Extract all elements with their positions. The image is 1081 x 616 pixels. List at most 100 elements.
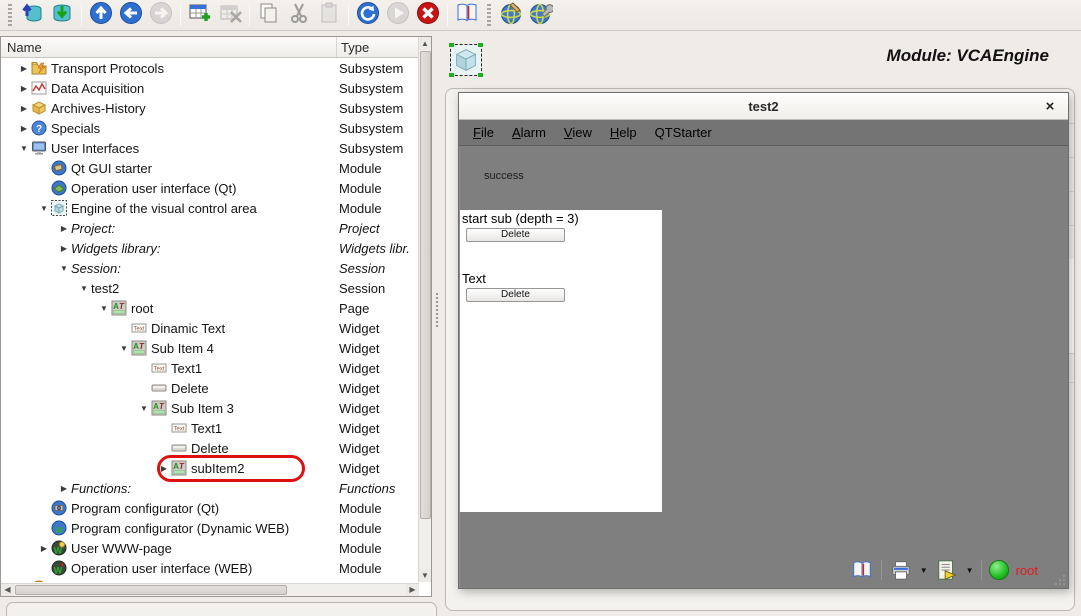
tree-row-label[interactable]: Session: — [71, 261, 121, 276]
tree-row-label[interactable]: Operation user interface (WEB) — [71, 561, 252, 576]
export-icon[interactable] — [935, 558, 959, 582]
tree-row-functions[interactable]: ▶Functions:Functions — [1, 478, 431, 498]
menu-file[interactable]: File — [464, 122, 503, 143]
menu-alarm[interactable]: Alarm — [503, 122, 555, 143]
tree-row-label[interactable]: Functions: — [71, 481, 131, 496]
delete-button-1[interactable]: Delete — [466, 228, 565, 242]
menu-qtstarter[interactable]: QTStarter — [646, 122, 721, 143]
tree-horizontal-scrollbar[interactable]: ◀ ▶ — [1, 583, 419, 596]
vca-runtime-button[interactable] — [496, 2, 526, 29]
tree-row-sub-item-3[interactable]: ▼ATSub Item 3Widget — [1, 398, 431, 418]
current-user-label[interactable]: root — [1016, 563, 1038, 578]
tree-row-label[interactable]: Project: — [71, 221, 115, 236]
collapse-arrow-icon[interactable]: ▼ — [37, 204, 51, 213]
tree-row-label[interactable]: Text1 — [171, 361, 202, 376]
collapse-arrow-icon[interactable]: ▼ — [137, 404, 151, 413]
expand-arrow-icon[interactable]: ▶ — [17, 84, 31, 93]
menu-help[interactable]: Help — [601, 122, 646, 143]
tree-row-operation-user-interface-qt[interactable]: Operation user interface (Qt)Module — [1, 178, 431, 198]
tree-row-label[interactable]: Widgets library: — [71, 241, 160, 256]
tree-row-specials[interactable]: ▶?SpecialsSubsystem — [1, 118, 431, 138]
expand-arrow-icon[interactable]: ▶ — [57, 224, 71, 233]
export-dropdown-icon[interactable]: ▼ — [966, 566, 974, 575]
collapse-arrow-icon[interactable]: ▼ — [77, 284, 91, 293]
vca-development-button[interactable] — [526, 2, 556, 29]
scroll-up-arrow-icon[interactable]: ▲ — [419, 37, 431, 50]
expand-arrow-icon[interactable]: ▶ — [17, 124, 31, 133]
delete-button-2[interactable]: Delete — [466, 288, 565, 302]
splitter-handle[interactable] — [436, 293, 438, 327]
tree-row-engine-of-the-visual-control-area[interactable]: ▼Engine of the visual control areaModule — [1, 198, 431, 218]
scroll-right-arrow-icon[interactable]: ▶ — [406, 584, 419, 596]
tree-row-label[interactable]: Text1 — [191, 421, 222, 436]
manual-button[interactable] — [452, 2, 482, 29]
tree-row-transport-protocols[interactable]: ▶Transport ProtocolsSubsystem — [1, 58, 431, 78]
tree-row-label[interactable]: Specials — [51, 121, 100, 136]
tree-row-program-configurator-dynamic-web[interactable]: WProgram configurator (Dynamic WEB)Modul… — [1, 518, 431, 538]
expand-arrow-icon[interactable]: ▶ — [37, 544, 51, 553]
tree-row-label[interactable]: Modules scheduler — [51, 581, 160, 583]
tree-column-name[interactable]: Name — [1, 37, 337, 57]
tree-row-test2[interactable]: ▼test2Session — [1, 278, 431, 298]
refresh-button[interactable] — [353, 2, 383, 29]
tree-row-label[interactable]: Data Acquisition — [51, 81, 144, 96]
tree-row-operation-user-interface-web[interactable]: WOperation user interface (WEB)Module — [1, 558, 431, 578]
tree-column-type[interactable]: Type — [337, 40, 431, 55]
window-titlebar[interactable]: test2 × — [459, 93, 1068, 120]
resize-grip[interactable] — [1053, 573, 1066, 586]
tree-row-label[interactable]: User WWW-page — [71, 541, 172, 556]
tree-row-program-configurator-qt[interactable]: Program configurator (Qt)Module — [1, 498, 431, 518]
collapse-arrow-icon[interactable]: ▼ — [117, 344, 131, 353]
tree-row-label[interactable]: Operation user interface (Qt) — [71, 181, 236, 196]
tree-row-label[interactable]: test2 — [91, 281, 119, 296]
go-back-button[interactable] — [116, 2, 146, 29]
tree-row-qt-gui-starter[interactable]: Qt GUI starterModule — [1, 158, 431, 178]
vertical-scroll-thumb[interactable] — [420, 51, 431, 519]
tree-row-delete[interactable]: DeleteWidget — [1, 438, 431, 458]
expand-arrow-icon[interactable]: ▶ — [57, 244, 71, 253]
tree-row-user-interfaces[interactable]: ▼User InterfacesSubsystem — [1, 138, 431, 158]
close-button[interactable]: × — [1041, 97, 1059, 115]
expand-arrow-icon[interactable]: ▶ — [57, 484, 71, 493]
tree-row-session[interactable]: ▼Session:Session — [1, 258, 431, 278]
tree-row-root[interactable]: ▼ATrootPage — [1, 298, 431, 318]
tree-row-user-www-page[interactable]: ▶WUser WWW-pageModule — [1, 538, 431, 558]
cut-item-button[interactable] — [284, 2, 314, 29]
expand-arrow-icon[interactable]: ▶ — [157, 464, 171, 473]
go-up-button[interactable] — [86, 2, 116, 29]
panel-splitter[interactable] — [432, 31, 445, 611]
load-from-db-button[interactable] — [17, 2, 47, 29]
collapse-arrow-icon[interactable]: ▼ — [57, 264, 71, 273]
tree-row-label[interactable]: Delete — [191, 441, 229, 456]
tree-row-label[interactable]: subItem2 — [191, 461, 244, 476]
tree-vertical-scrollbar[interactable]: ▲ ▼ — [418, 37, 431, 582]
tree-row-label[interactable]: Sub Item 4 — [151, 341, 214, 356]
tree-row-delete[interactable]: DeleteWidget — [1, 378, 431, 398]
print-dropdown-icon[interactable]: ▼ — [920, 566, 928, 575]
collapse-arrow-icon[interactable]: ▼ — [17, 144, 31, 153]
tree-row-label[interactable]: Engine of the visual control area — [71, 201, 257, 216]
copy-item-button[interactable] — [254, 2, 284, 29]
tree-row-archives-history[interactable]: ▶Archives-HistorySubsystem — [1, 98, 431, 118]
horizontal-scroll-thumb[interactable] — [15, 585, 287, 595]
tree-row-label[interactable]: Archives-History — [51, 101, 146, 116]
tree-row-dinamic-text[interactable]: TextDinamic TextWidget — [1, 318, 431, 338]
print-icon[interactable] — [889, 558, 913, 582]
tree-row-label[interactable]: root — [131, 301, 153, 316]
tree-row-modules-scheduler[interactable]: Modules schedulerSubsystem — [1, 578, 431, 582]
menu-view[interactable]: View — [555, 122, 601, 143]
tree-row-label[interactable]: Sub Item 3 — [171, 401, 234, 416]
tree-row-label[interactable]: Transport Protocols — [51, 61, 164, 76]
manual-icon[interactable] — [850, 558, 874, 582]
scroll-left-arrow-icon[interactable]: ◀ — [1, 584, 14, 596]
tree-row-widgets-library[interactable]: ▶Widgets library:Widgets libr. — [1, 238, 431, 258]
add-item-button[interactable] — [185, 2, 215, 29]
save-to-db-button[interactable] — [47, 2, 77, 29]
tree-row-label[interactable]: Dinamic Text — [151, 321, 225, 336]
collapse-arrow-icon[interactable]: ▼ — [97, 304, 111, 313]
stop-button[interactable] — [413, 2, 443, 29]
tree-row-sub-item-4[interactable]: ▼ATSub Item 4Widget — [1, 338, 431, 358]
toolbar-drag-handle[interactable] — [8, 4, 12, 26]
tree-row-label[interactable]: User Interfaces — [51, 141, 139, 156]
tree-row-label[interactable]: Program configurator (Dynamic WEB) — [71, 521, 289, 536]
